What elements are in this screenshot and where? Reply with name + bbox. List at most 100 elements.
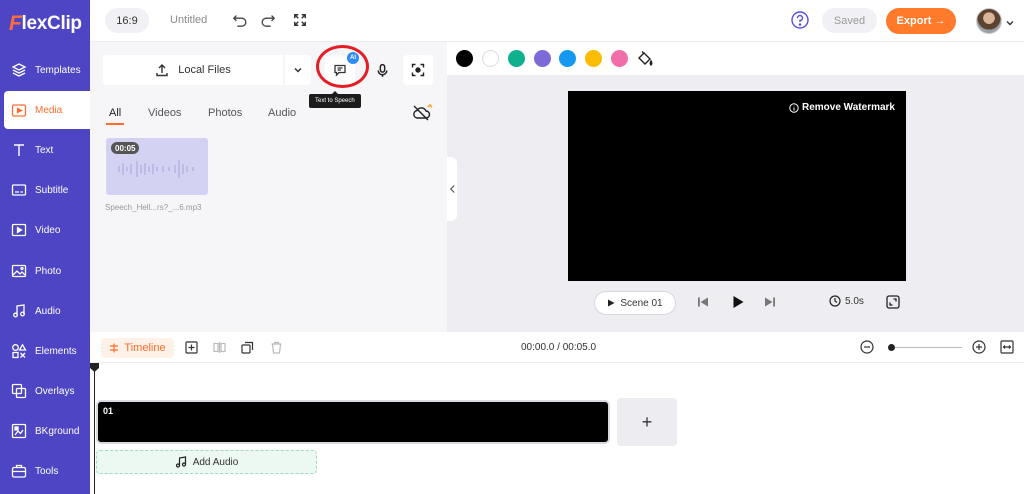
- sidebar-item-label: Media: [35, 104, 63, 116]
- sidebar-item-text[interactable]: Text: [0, 131, 90, 169]
- logo-initial: F: [9, 12, 22, 35]
- split-icon[interactable]: [213, 341, 226, 354]
- clip-duration-badge: 00:05: [111, 142, 140, 154]
- sidebar-item-templates[interactable]: Templates: [0, 51, 90, 89]
- add-audio-label: Add Audio: [192, 456, 239, 468]
- color-swatch-yellow[interactable]: [585, 50, 602, 67]
- collapse-panel-handle[interactable]: [447, 157, 457, 221]
- zoom-slider-thumb[interactable]: [888, 344, 895, 351]
- tab-audio[interactable]: Audio: [268, 107, 296, 119]
- scene-duration-label: 5.0s: [845, 295, 864, 307]
- sidebar-item-tools[interactable]: Tools: [0, 452, 90, 490]
- paint-bucket-icon[interactable]: [636, 50, 654, 68]
- color-swatch-black[interactable]: [456, 50, 473, 67]
- music-note-icon: [175, 456, 186, 468]
- scene-clip-number: 01: [103, 406, 114, 416]
- skip-previous-icon[interactable]: [696, 295, 710, 309]
- timeline-icon: [110, 343, 119, 353]
- saved-status-button[interactable]: Saved: [822, 8, 877, 33]
- flexclip-logo[interactable]: FlexClip: [9, 12, 82, 36]
- zoom-in-icon[interactable]: [972, 340, 986, 354]
- local-files-button[interactable]: Local Files: [103, 55, 283, 85]
- screen-record-icon: [411, 63, 425, 77]
- project-name[interactable]: Untitled: [170, 14, 207, 26]
- help-icon[interactable]: [790, 10, 810, 30]
- duplicate-icon[interactable]: [241, 341, 254, 354]
- color-swatch-purple[interactable]: [534, 50, 551, 67]
- sidebar-item-audio[interactable]: Audio: [0, 292, 90, 330]
- skip-next-icon[interactable]: [763, 295, 777, 309]
- add-scene-button[interactable]: +: [617, 398, 677, 446]
- fullscreen-expand-icon[interactable]: [291, 11, 309, 29]
- color-swatch-blue[interactable]: [559, 50, 576, 67]
- tools-icon: [11, 464, 27, 478]
- playhead[interactable]: [94, 363, 95, 494]
- sidebar-item-label: BKground: [35, 425, 80, 437]
- media-folder-icon: [11, 104, 27, 117]
- clip-filename: Speech_Hell...rs?_...6.mp3: [105, 203, 202, 212]
- timeline-label: Timeline: [124, 342, 166, 354]
- zoom-slider-track[interactable]: [888, 347, 962, 348]
- text-to-speech-tooltip: Text to Speech: [309, 91, 361, 108]
- fullscreen-preview-icon[interactable]: [886, 295, 900, 309]
- sidebar-item-label: Tools: [35, 465, 59, 477]
- text-icon: [14, 144, 24, 156]
- color-swatch-white[interactable]: [482, 50, 499, 67]
- screen-record-button[interactable]: [403, 55, 433, 85]
- add-audio-button[interactable]: Add Audio: [96, 450, 317, 474]
- undo-icon[interactable]: [231, 11, 249, 29]
- timeline-toggle-button[interactable]: Timeline: [101, 338, 174, 358]
- local-files-dropdown[interactable]: [285, 55, 311, 85]
- microphone-icon: [376, 63, 388, 77]
- top-bar: 16:9 Untitled Saved Export →: [90, 0, 1024, 42]
- fit-to-width-icon[interactable]: [1000, 340, 1014, 354]
- record-audio-button[interactable]: [367, 55, 397, 85]
- background-icon: [11, 423, 27, 439]
- play-icon: [608, 299, 615, 307]
- media-clip-thumbnail[interactable]: 00:05: [106, 138, 208, 195]
- add-box-icon[interactable]: [185, 341, 198, 354]
- export-button[interactable]: Export →: [886, 8, 956, 34]
- sidebar-item-photo[interactable]: Photo: [0, 252, 90, 290]
- logo-text: lexClip: [21, 13, 83, 34]
- color-swatch-pink[interactable]: [611, 50, 628, 67]
- sidebar-item-video[interactable]: Video: [0, 211, 90, 249]
- scene-label: Scene 01: [620, 297, 663, 309]
- timecode-readout: 00:00.0 / 00:05.0: [521, 342, 597, 353]
- media-panel: Local Files AI Text to Speech All Videos…: [90, 42, 447, 332]
- sidebar-item-elements[interactable]: Elements: [0, 332, 90, 370]
- aspect-ratio-button[interactable]: 16:9: [105, 8, 149, 33]
- audio-icon: [13, 304, 25, 318]
- subtitle-icon: [11, 184, 27, 196]
- avatar[interactable]: [976, 8, 1002, 34]
- tab-all[interactable]: All: [105, 107, 125, 125]
- redo-icon[interactable]: [259, 11, 277, 29]
- sidebar-item-label: Photo: [35, 265, 62, 277]
- video-canvas[interactable]: Remove Watermark: [568, 91, 906, 281]
- play-icon[interactable]: [731, 295, 745, 309]
- sidebar-item-label: Text: [35, 144, 54, 156]
- remove-watermark-button[interactable]: Remove Watermark: [789, 102, 895, 113]
- chevron-left-icon: [449, 185, 455, 193]
- scene-play-button[interactable]: Scene 01: [594, 291, 676, 315]
- scene-duration[interactable]: 5.0s: [829, 295, 864, 307]
- timeline-scene-clip[interactable]: 01: [96, 400, 610, 444]
- zoom-out-icon[interactable]: [860, 340, 874, 354]
- tab-videos[interactable]: Videos: [148, 107, 181, 119]
- sidebar-item-label: Audio: [35, 305, 61, 317]
- photo-icon: [11, 264, 27, 278]
- sidebar-item-bkground[interactable]: BKground: [0, 412, 90, 450]
- sidebar-item-media[interactable]: Media: [4, 91, 90, 129]
- sidebar: FlexClip Templates Media Text Subtitle V…: [0, 0, 90, 494]
- tab-photos[interactable]: Photos: [208, 107, 242, 119]
- remove-watermark-label: Remove Watermark: [801, 102, 895, 113]
- color-swatch-green[interactable]: [508, 50, 525, 67]
- chevron-down-icon[interactable]: [1005, 15, 1015, 26]
- sidebar-item-overlays[interactable]: Overlays: [0, 372, 90, 410]
- trash-icon[interactable]: [270, 341, 283, 354]
- cloud-sync-off-icon[interactable]: [411, 103, 433, 122]
- video-icon: [11, 223, 27, 237]
- chevron-down-icon: [294, 67, 302, 73]
- local-files-label: Local Files: [178, 64, 231, 76]
- sidebar-item-subtitle[interactable]: Subtitle: [0, 171, 90, 209]
